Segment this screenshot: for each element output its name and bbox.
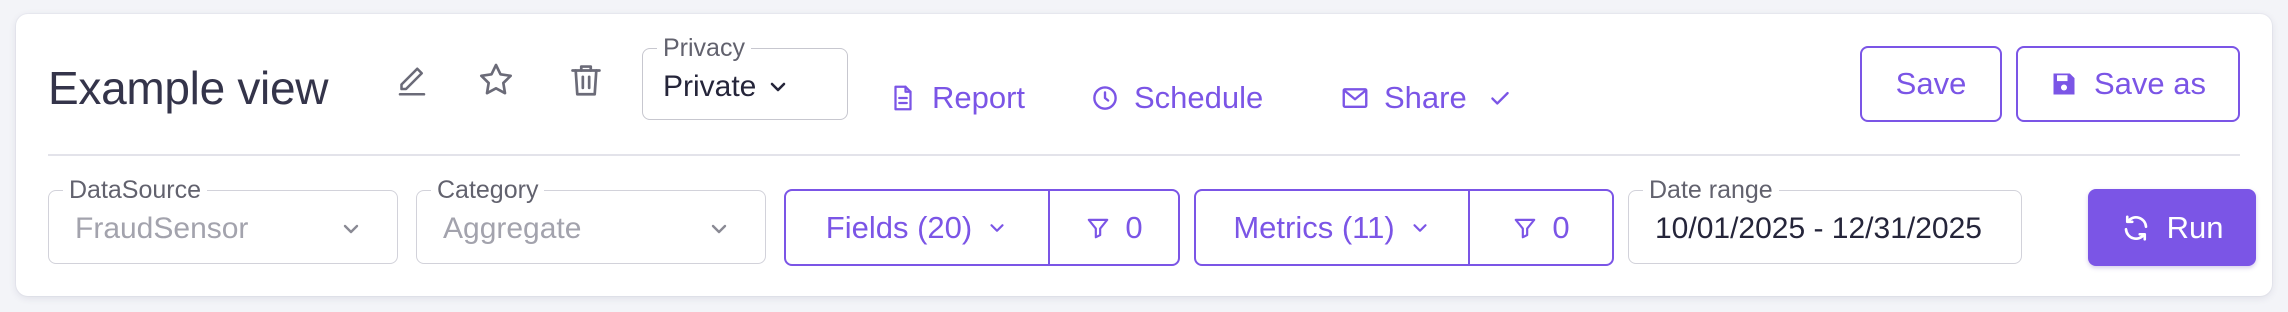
privacy-value: Private (663, 70, 757, 103)
chevron-down-icon (339, 217, 363, 241)
report-button[interactable]: Report (888, 74, 1025, 122)
chevron-down-icon (707, 217, 731, 241)
floppy-disk-icon (2050, 70, 2078, 98)
date-range-value: 10/01/2025 - 12/31/2025 (1655, 212, 1982, 245)
save-as-label: Save as (2093, 66, 2206, 101)
chevron-down-icon (986, 217, 1008, 239)
fields-label: Fields (20) (825, 209, 973, 245)
report-label: Report (932, 80, 1026, 115)
view-toolbar-card: Example view Privacy Private Report Sche… (16, 14, 2272, 296)
date-range-legend: Date range (1643, 177, 1779, 203)
page-title: Example view (48, 62, 329, 114)
metrics-filter-count: 0 (1552, 209, 1570, 245)
schedule-button[interactable]: Schedule (1090, 74, 1263, 122)
save-as-button[interactable]: Save as (2016, 46, 2240, 122)
refresh-icon (2121, 213, 2151, 243)
metrics-label: Metrics (11) (1233, 209, 1395, 245)
delete-button[interactable] (562, 56, 610, 104)
category-legend: Category (431, 177, 545, 203)
check-icon (1487, 85, 1513, 111)
metrics-button[interactable]: Metrics (11) (1196, 191, 1468, 264)
chevron-down-icon (1409, 217, 1431, 239)
fields-filter-count: 0 (1125, 209, 1143, 245)
fields-filter-button[interactable]: 0 (1050, 191, 1178, 264)
mail-icon (1340, 83, 1370, 113)
privacy-select[interactable]: Privacy Private (642, 35, 848, 120)
datasource-value: FraudSensor (75, 212, 249, 245)
date-range-input[interactable]: Date range 10/01/2025 - 12/31/2025 (1628, 177, 2022, 264)
run-label: Run (2166, 209, 2224, 245)
favorite-button[interactable] (472, 56, 520, 104)
save-button[interactable]: Save (1860, 46, 2002, 122)
schedule-label: Schedule (1134, 80, 1264, 115)
filter-icon (1512, 215, 1538, 241)
category-value: Aggregate (443, 212, 582, 245)
share-label: Share (1384, 80, 1467, 115)
document-icon (888, 83, 918, 113)
trash-icon (567, 61, 605, 99)
divider (48, 154, 2240, 156)
fields-button[interactable]: Fields (20) (786, 191, 1048, 264)
pencil-icon (394, 62, 430, 98)
privacy-legend: Privacy (657, 35, 751, 61)
star-icon (476, 60, 516, 100)
clock-icon (1090, 83, 1120, 113)
share-button[interactable]: Share (1340, 74, 1513, 122)
fields-button-group: Fields (20) 0 (784, 189, 1180, 266)
edit-button[interactable] (388, 56, 436, 104)
metrics-button-group: Metrics (11) 0 (1194, 189, 1614, 266)
chevron-down-icon (766, 75, 790, 99)
filter-icon (1085, 215, 1111, 241)
run-button[interactable]: Run (2088, 189, 2256, 266)
datasource-legend: DataSource (63, 177, 208, 203)
metrics-filter-button[interactable]: 0 (1470, 191, 1612, 264)
category-select[interactable]: Category Aggregate (416, 177, 766, 264)
datasource-select[interactable]: DataSource FraudSensor (48, 177, 398, 264)
save-label: Save (1895, 66, 1967, 101)
